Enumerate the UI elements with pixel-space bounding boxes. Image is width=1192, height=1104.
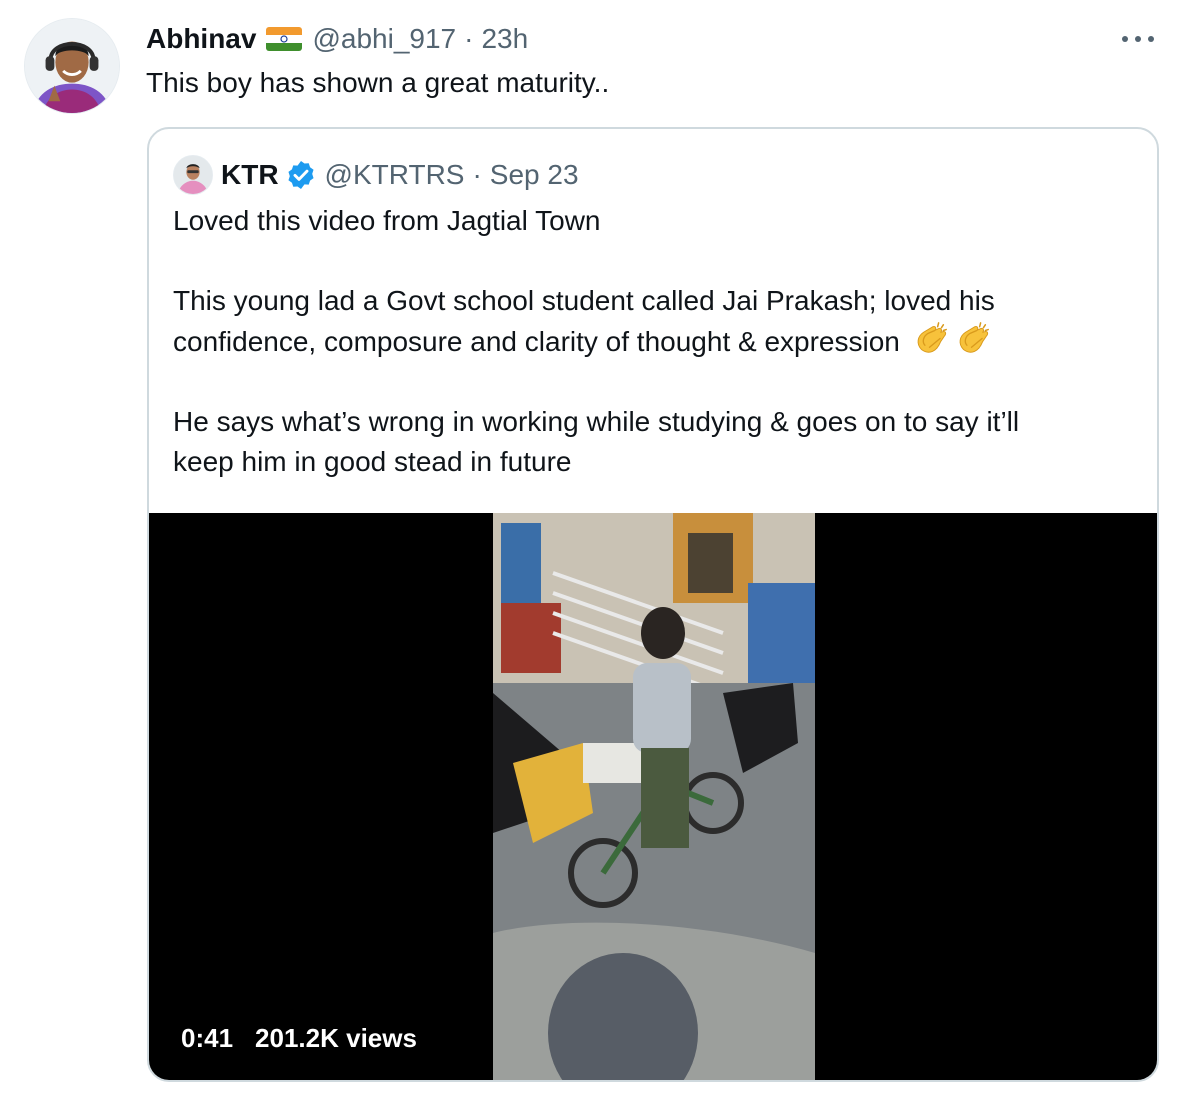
- quoted-avatar-image: [174, 156, 212, 194]
- quoted-header-separator: ·: [472, 159, 482, 190]
- author-handle[interactable]: @abhi_917: [312, 23, 456, 55]
- author-name[interactable]: Abhinav: [146, 23, 256, 55]
- video-thumbnail-image: [493, 513, 815, 1080]
- clapping-hands-icon: [917, 322, 947, 353]
- quoted-author-avatar[interactable]: [173, 155, 213, 195]
- quoted-tweet-header: KTR @KTRTRS · Sep 23: [173, 155, 579, 195]
- header-separator: ·: [464, 23, 474, 54]
- tweet-timestamp[interactable]: 23h: [481, 23, 528, 55]
- author-avatar[interactable]: [24, 18, 120, 114]
- clapping-hands-icon: [959, 322, 989, 353]
- quoted-tweet-text: Loved this video from Jagtial Town This …: [173, 201, 1133, 482]
- avatar-image: [25, 19, 119, 113]
- quoted-text-line: This young lad a Govt school student cal…: [173, 285, 995, 316]
- quoted-text-line: He says what’s wrong in working while st…: [173, 406, 1020, 437]
- video-duration: 0:41: [181, 1023, 234, 1053]
- tweet-text: This boy has shown a great maturity..: [146, 67, 610, 98]
- video-views: 201.2K views: [255, 1023, 417, 1053]
- quoted-text-line-with-emoji: confidence, composure and clarity of tho…: [173, 321, 1133, 362]
- quoted-author-handle[interactable]: @KTRTRS: [325, 159, 465, 191]
- tweet-header: Abhinav @abhi_917 · 23h: [146, 22, 528, 56]
- video-meta: 0:41 201.2K views: [181, 1023, 417, 1054]
- quoted-text-line: Loved this video from Jagtial Town: [173, 205, 601, 236]
- more-options-icon[interactable]: [1118, 28, 1158, 50]
- video-thumbnail: [493, 513, 815, 1080]
- quoted-author-name[interactable]: KTR: [221, 159, 279, 191]
- quoted-tweet-date[interactable]: Sep 23: [490, 159, 579, 191]
- quoted-text-line: confidence, composure and clarity of tho…: [173, 326, 900, 357]
- quoted-tweet-card[interactable]: KTR @KTRTRS · Sep 23 Loved this video fr…: [147, 127, 1159, 1082]
- india-flag-icon: [266, 27, 303, 51]
- verified-badge-icon: [288, 161, 314, 189]
- tweet: Abhinav @abhi_917 · 23h This boy has sho…: [0, 0, 1192, 1104]
- video-player[interactable]: 0:41 201.2K views: [149, 513, 1157, 1080]
- quoted-text-line: keep him in good stead in future: [173, 446, 572, 477]
